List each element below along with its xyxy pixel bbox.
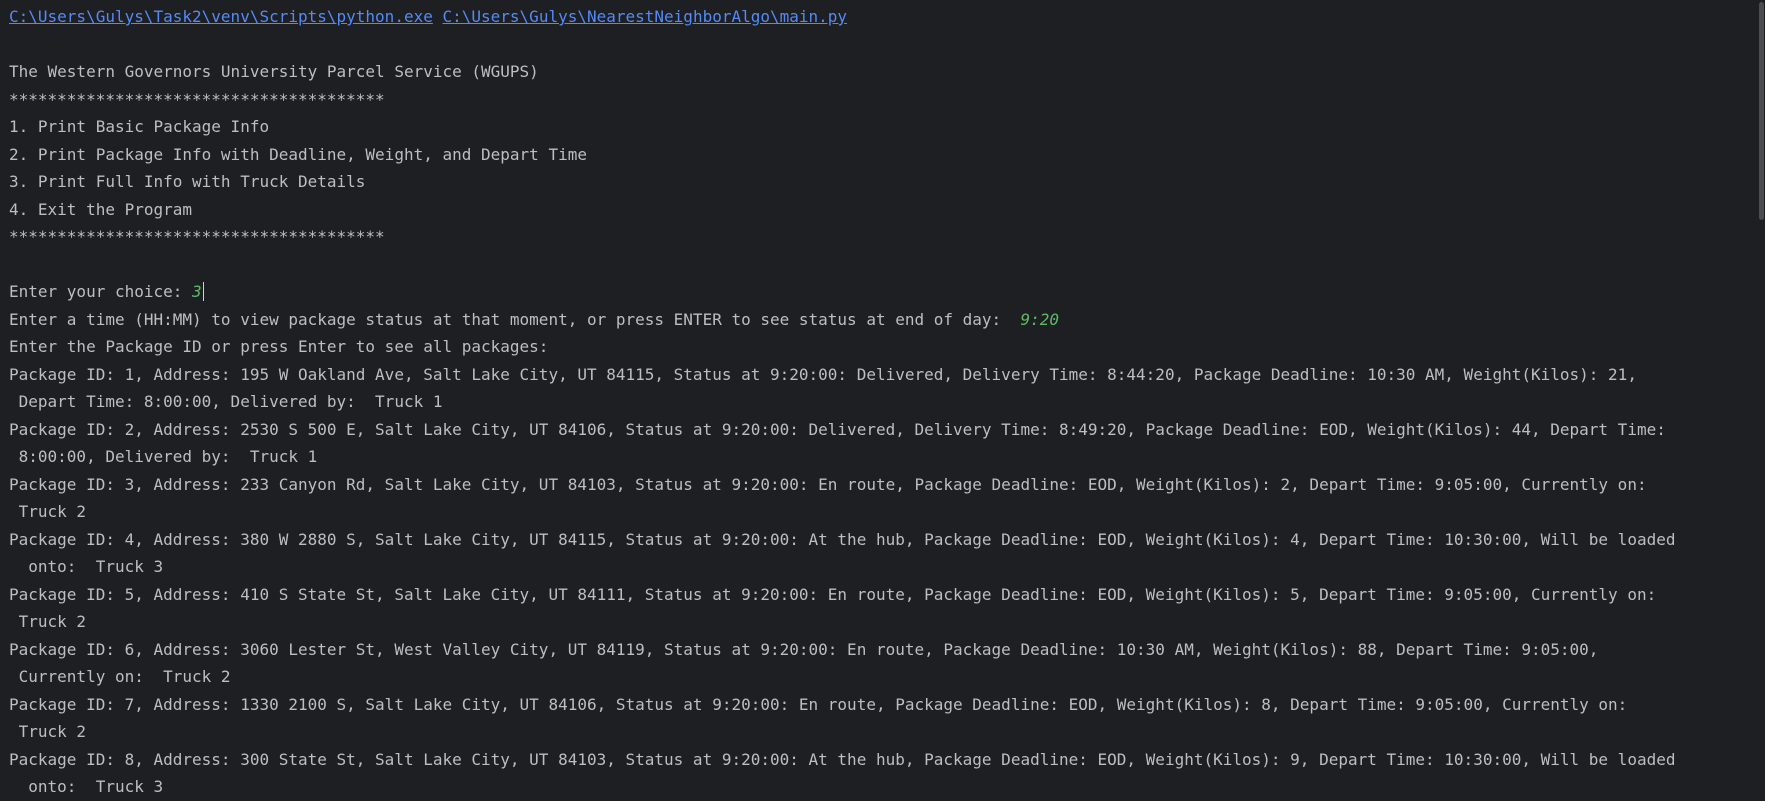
package-output-line: Truck 2: [9, 612, 87, 631]
package-output-line: Depart Time: 8:00:00, Delivered by: Truc…: [9, 392, 443, 411]
script-path-link[interactable]: C:\Users\Gulys\NearestNeighborAlgo\main.…: [442, 7, 847, 26]
menu-item: 3. Print Full Info with Truck Details: [9, 172, 366, 191]
time-prompt: Enter a time (HH:MM) to view package sta…: [9, 309, 1021, 329]
package-output-line: Package ID: 2, Address: 2530 S 500 E, Sa…: [9, 419, 1666, 439]
choice-input-value: 3: [192, 282, 202, 301]
menu-separator: ***************************************: [9, 227, 385, 246]
package-output-line: Package ID: 8, Address: 300 State St, Sa…: [9, 749, 1676, 769]
run-console-output[interactable]: C:\Users\Gulys\Task2\venv\Scripts\python…: [0, 0, 1765, 801]
package-output-line: 8:00:00, Delivered by: Truck 1: [9, 447, 318, 466]
text-caret: [202, 282, 204, 301]
choice-prompt: Enter your choice:: [9, 282, 193, 301]
package-output-line: Package ID: 6, Address: 3060 Lester St, …: [9, 639, 1599, 659]
menu-item: 4. Exit the Program: [9, 199, 193, 219]
package-output-line: onto: Truck 3: [9, 557, 164, 576]
interpreter-path-link[interactable]: C:\Users\Gulys\Task2\venv\Scripts\python…: [9, 7, 433, 26]
package-output-line: Package ID: 1, Address: 195 W Oakland Av…: [9, 364, 1637, 384]
package-id-prompt: Enter the Package ID or press Enter to s…: [9, 337, 549, 356]
menu-item: 2. Print Package Info with Deadline, Wei…: [9, 144, 587, 164]
vertical-scrollbar[interactable]: [1757, 0, 1765, 801]
package-output-line: onto: Truck 3: [9, 777, 164, 796]
package-output-line: Package ID: 3, Address: 233 Canyon Rd, S…: [9, 474, 1647, 494]
time-input-value: 9:20: [1020, 309, 1059, 329]
command-line: C:\Users\Gulys\Task2\venv\Scripts\python…: [9, 3, 1765, 31]
package-output-line: Package ID: 7, Address: 1330 2100 S, Sal…: [9, 694, 1628, 714]
scrollbar-thumb[interactable]: [1759, 2, 1764, 220]
package-output-line: Currently on: Truck 2: [9, 667, 231, 686]
package-output-line: Truck 2: [9, 502, 87, 521]
package-output-line: Truck 2: [9, 722, 87, 741]
package-output: Package ID: 1, Address: 195 W Oakland Av…: [9, 361, 1765, 801]
program-title: The Western Governors University Parcel …: [9, 62, 539, 81]
package-output-line: Package ID: 5, Address: 410 S State St, …: [9, 584, 1657, 604]
choice-prompt-line: Enter your choice: 3: [9, 278, 1765, 306]
menu-separator: ***************************************: [9, 89, 385, 109]
menu-item: 1. Print Basic Package Info: [9, 117, 270, 136]
package-output-line: Package ID: 4, Address: 380 W 2880 S, Sa…: [9, 529, 1676, 549]
time-prompt-line: Enter a time (HH:MM) to view package sta…: [9, 306, 1765, 334]
